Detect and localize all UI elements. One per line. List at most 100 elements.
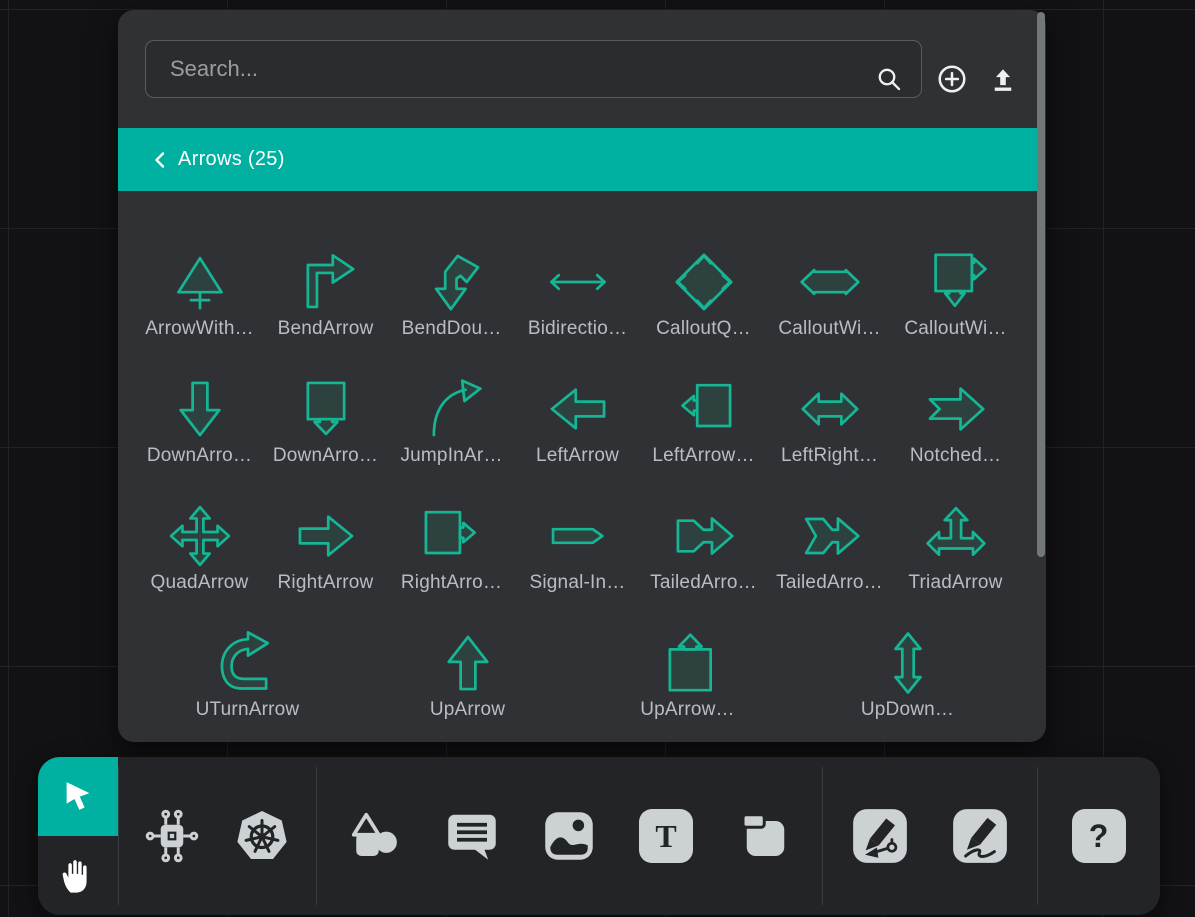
shape-item[interactable]: Bidirectio… (515, 217, 641, 344)
frame-tool[interactable] (731, 804, 795, 868)
shape-label: CalloutWi… (778, 316, 880, 342)
right-arrow-callout-icon (418, 473, 486, 570)
shape-label: JumpInAr… (400, 443, 502, 469)
shape-item[interactable]: TailedArro… (641, 471, 767, 598)
scrollbar-thumb[interactable] (1037, 12, 1045, 557)
shape-item[interactable]: CalloutWi… (767, 217, 893, 344)
shape-item[interactable]: QuadArrow (137, 471, 263, 598)
shape-item[interactable]: DownArro… (137, 344, 263, 471)
shape-label: DownArro… (273, 443, 378, 469)
shape-item[interactable]: RightArrow (263, 471, 389, 598)
shape-item[interactable]: UpArrow (358, 598, 578, 725)
hand-icon (57, 855, 99, 897)
shape-label: DownArro… (147, 443, 252, 469)
text-icon: T (639, 809, 693, 863)
shape-item[interactable]: UpArrow… (578, 598, 798, 725)
kubernetes-tool[interactable] (230, 804, 294, 868)
shape-item[interactable]: LeftRight… (767, 344, 893, 471)
callout-left-right-arrow-icon (796, 219, 864, 316)
network-diagram-tool[interactable] (140, 804, 204, 868)
down-arrow-callout-icon (292, 346, 360, 443)
shape-item[interactable]: UpDown… (798, 598, 1018, 725)
text-glyph: T (655, 818, 676, 855)
infra-tool-group (118, 757, 316, 915)
text-tool[interactable]: T (634, 804, 698, 868)
cursor-icon (57, 776, 99, 818)
shape-item[interactable]: TailedArro… (767, 471, 893, 598)
bend-arrow-icon (292, 219, 360, 316)
shape-label: BendDou… (402, 316, 502, 342)
plus-circle-icon[interactable] (936, 63, 968, 95)
chip-network-icon (142, 806, 202, 866)
shape-item[interactable]: DownArro… (263, 344, 389, 471)
pencil-scribble-icon (950, 806, 1010, 866)
comment-tool[interactable] (440, 804, 504, 868)
canvas-gridline (8, 0, 9, 917)
shape-item[interactable]: CalloutQ… (641, 217, 767, 344)
left-right-arrow-icon (796, 346, 864, 443)
shape-label: UTurnArrow (196, 697, 300, 723)
down-arrow-icon (166, 346, 234, 443)
shape-label: QuadArrow (151, 570, 249, 596)
shape-label: TailedArro… (776, 570, 883, 596)
shape-label: TailedArro… (650, 570, 757, 596)
search-icon[interactable] (875, 65, 903, 93)
shape-label: RightArrow (278, 570, 374, 596)
shape-label: Bidirectio… (528, 316, 627, 342)
shape-label: Signal-In… (530, 570, 626, 596)
shape-item[interactable]: Signal-In… (515, 471, 641, 598)
shape-item[interactable]: CalloutWi… (893, 217, 1019, 344)
shape-item[interactable]: Notched… (893, 344, 1019, 471)
pointer-tool-group (38, 757, 118, 915)
shape-label: UpArrow… (640, 697, 735, 723)
frame-icon (733, 806, 793, 866)
up-arrow-callout-icon (654, 600, 722, 697)
triad-arrow-icon (922, 473, 990, 570)
select-tool[interactable] (38, 757, 118, 836)
connector-pen-tool[interactable] (848, 804, 912, 868)
bend-double-arrow-icon (418, 219, 486, 316)
shape-item[interactable]: BendDou… (389, 217, 515, 344)
help-group: ? (1037, 757, 1160, 915)
shape-item[interactable]: BendArrow (263, 217, 389, 344)
upload-icon[interactable] (987, 63, 1019, 95)
bidirectional-arrow-icon (544, 219, 612, 316)
shape-item[interactable]: RightArro… (389, 471, 515, 598)
category-title: Arrows (25) (178, 148, 285, 171)
quad-arrow-icon (166, 473, 234, 570)
pan-tool[interactable] (38, 836, 118, 915)
shape-label: BendArrow (278, 316, 374, 342)
up-down-arrow-icon (874, 600, 942, 697)
shape-label: CalloutQ… (656, 316, 751, 342)
shape-label: TriadArrow (908, 570, 1002, 596)
up-arrow-icon (434, 600, 502, 697)
help-tool[interactable]: ? (1067, 804, 1131, 868)
left-arrow-icon (544, 346, 612, 443)
shape-item[interactable]: TriadArrow (893, 471, 1019, 598)
comment-icon (442, 806, 502, 866)
chevron-left-icon[interactable] (152, 151, 168, 169)
callout-right-down-arrow-icon (922, 219, 990, 316)
image-tool[interactable] (537, 804, 601, 868)
shape-label: LeftArrow… (652, 443, 754, 469)
shape-item[interactable]: ArrowWith… (137, 217, 263, 344)
shape-item[interactable]: JumpInAr… (389, 344, 515, 471)
shape-item[interactable]: UTurnArrow (138, 598, 358, 725)
arrow-with-stem-icon (166, 219, 234, 316)
shape-label: LeftArrow (536, 443, 619, 469)
tailed-arrow-chevron-icon (796, 473, 864, 570)
shape-item[interactable]: LeftArrow (515, 344, 641, 471)
freehand-pen-tool[interactable] (948, 804, 1012, 868)
shape-label: CalloutWi… (904, 316, 1006, 342)
shape-label: RightArro… (401, 570, 502, 596)
help-icon: ? (1072, 809, 1126, 863)
shapes-tool[interactable] (343, 804, 407, 868)
jump-in-arrow-icon (418, 346, 486, 443)
right-arrow-icon (292, 473, 360, 570)
left-arrow-callout-icon (670, 346, 738, 443)
search-input[interactable] (145, 40, 922, 98)
shape-library-panel: Arrows (25) ArrowWith… BendArrow BendDou… B… (118, 10, 1046, 742)
shape-item[interactable]: LeftArrow… (641, 344, 767, 471)
shape-label: LeftRight… (781, 443, 878, 469)
help-glyph: ? (1089, 818, 1109, 855)
